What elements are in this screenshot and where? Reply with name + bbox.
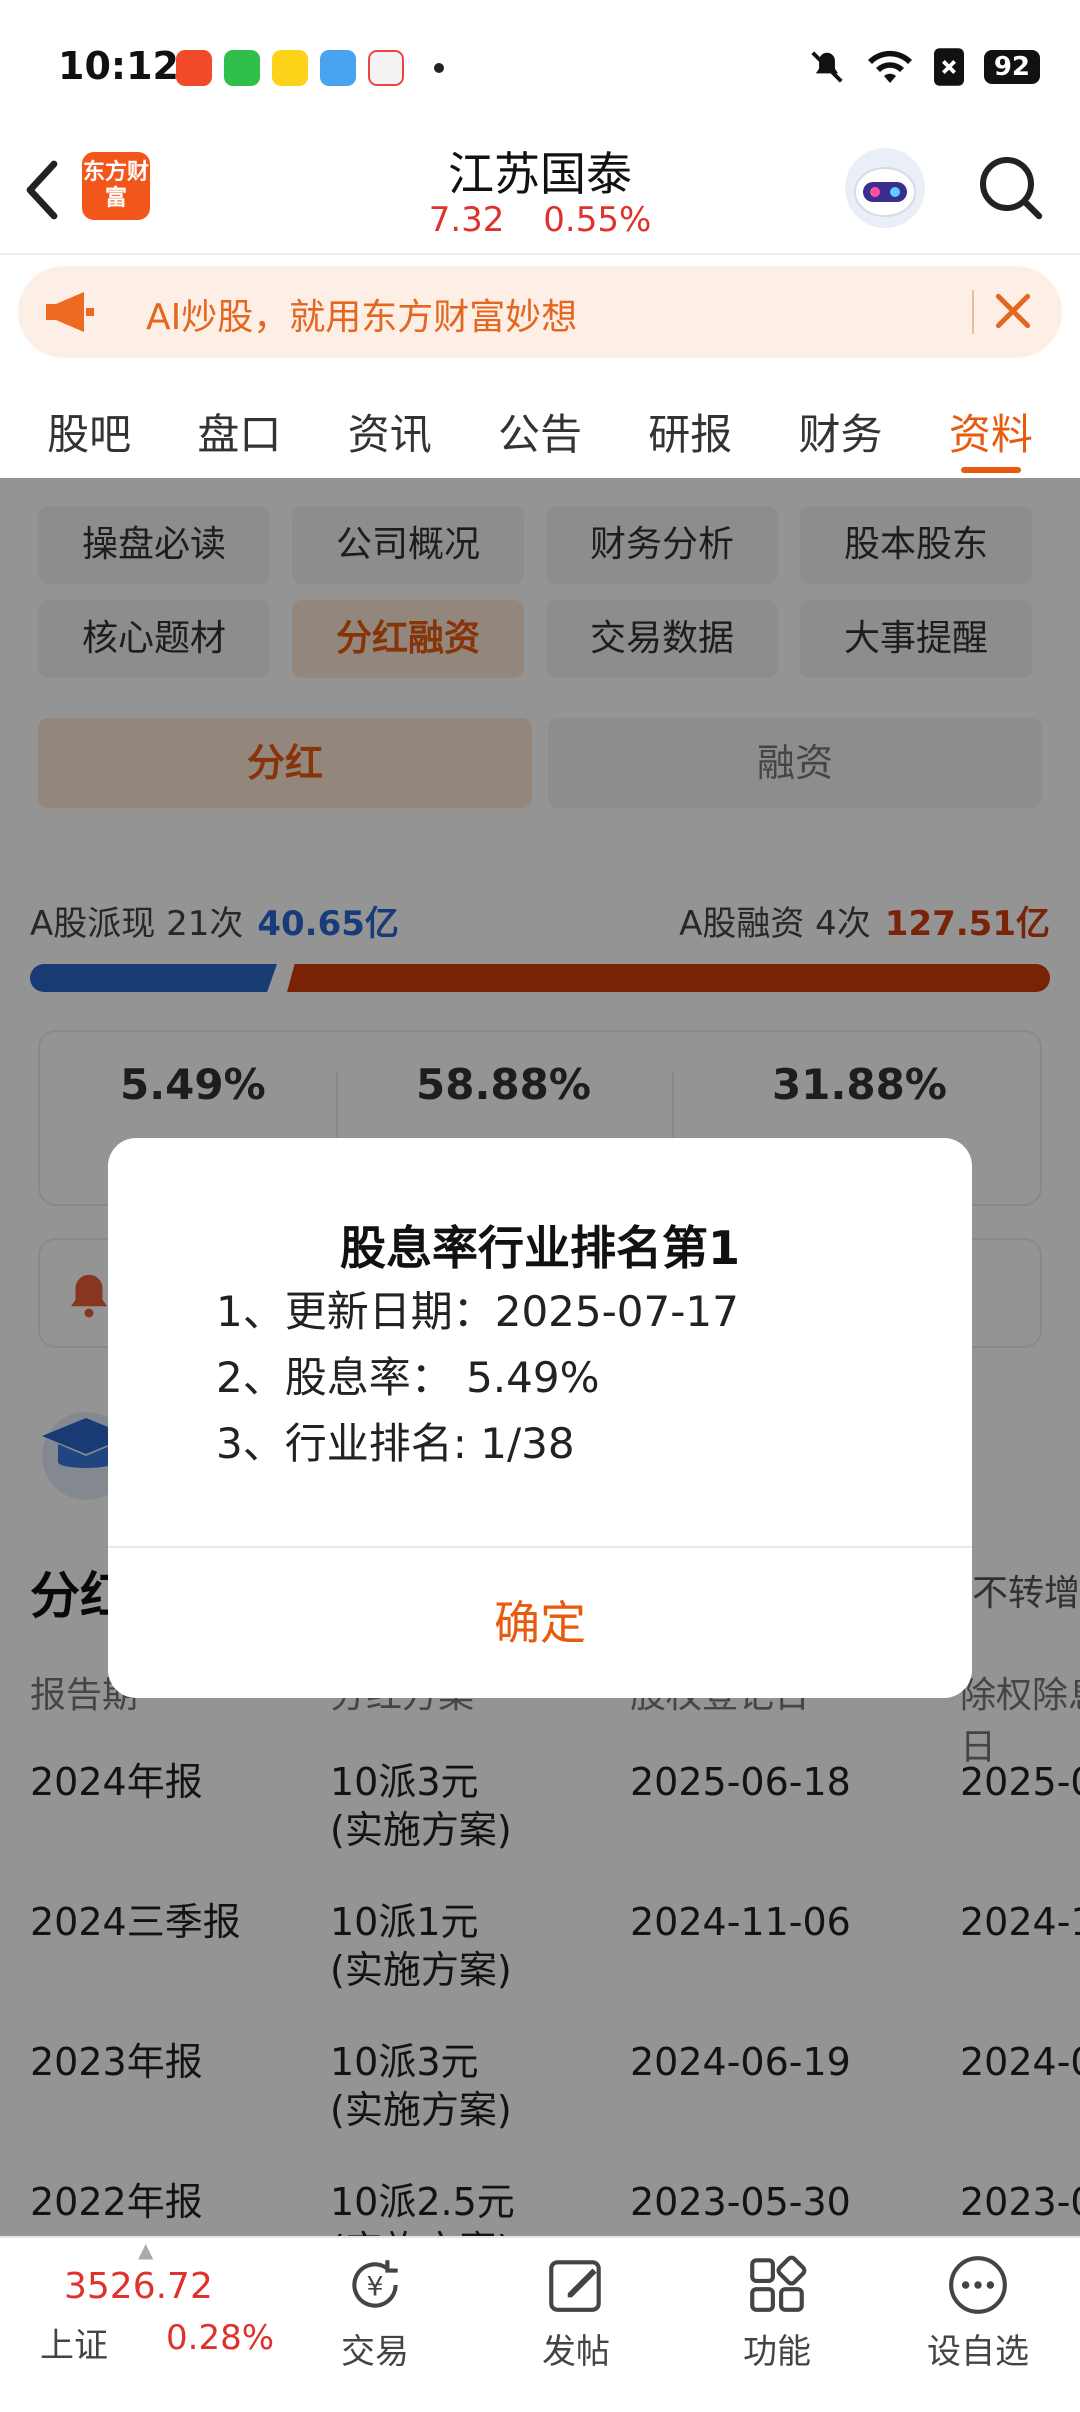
dialog-update-date: 1、更新日期：2025-07-17	[216, 1287, 739, 1336]
more-notifications-icon	[434, 63, 444, 73]
main-tabs: 股吧 盘口 资讯 公告 研报 财务 资料	[0, 375, 1080, 475]
ai-assistant-button[interactable]	[845, 148, 925, 228]
megaphone-icon	[46, 292, 94, 332]
index-value[interactable]: 3526.72	[64, 2266, 213, 2307]
search-icon	[980, 157, 1043, 220]
header-divider	[0, 253, 1080, 255]
post-icon	[549, 2260, 601, 2312]
dividend-yield-dialog: 股息率行业排名第1 1、更新日期：2025-07-17 2、股息率： 5.49%…	[108, 1138, 972, 1698]
mute-icon	[811, 51, 843, 83]
banner-text: AI炒股，就用东方财富妙想	[146, 297, 578, 338]
banner-close-button[interactable]	[988, 286, 1038, 340]
nav-post-label: 发帖	[542, 2332, 610, 2372]
map-app-icon	[368, 50, 404, 86]
close-icon	[995, 293, 1031, 329]
nav-post[interactable]: 发帖	[506, 2252, 646, 2373]
wechat-mini-icon	[224, 50, 260, 86]
more-icon	[949, 2256, 1007, 2314]
stock-price: 7.32	[428, 200, 505, 240]
nav-trade-label: 交易	[341, 2332, 409, 2372]
meituan-icon	[272, 50, 308, 86]
dialog-industry-rank: 3、行业排名: 1/38	[216, 1419, 575, 1468]
nav-add-watchlist[interactable]: 设自选	[908, 2252, 1048, 2373]
index-name: 上证	[40, 2326, 108, 2366]
nav-trade[interactable]: ¥ 交易	[305, 2252, 445, 2373]
tab-profile[interactable]: 资料	[949, 375, 1033, 475]
ai-promo-banner[interactable]: AI炒股，就用东方财富妙想	[18, 266, 1062, 358]
banner-divider	[972, 290, 974, 334]
status-bar: 10:12 92	[0, 0, 1080, 140]
wifi-icon	[867, 50, 912, 83]
status-time: 10:12	[58, 44, 179, 88]
bottom-nav: ▲ 3526.72 上证 0.28% ¥ 交易 发帖 功能 设自选	[0, 2236, 1080, 2412]
tab-news[interactable]: 资讯	[348, 375, 432, 475]
video-app-icon	[176, 50, 212, 86]
function-icon	[750, 2255, 807, 2312]
search-button[interactable]	[975, 152, 1047, 228]
notification-icons	[176, 50, 444, 86]
nav-functions[interactable]: 功能	[707, 2252, 847, 2373]
nav-functions-label: 功能	[743, 2332, 811, 2372]
battery-indicator: 92	[983, 50, 1040, 84]
dialog-title: 股息率行业排名第1	[339, 1221, 740, 1275]
stock-header: 东方财富 江苏国泰 7.32 0.55%	[0, 130, 1080, 255]
robot-icon	[854, 167, 916, 217]
feather-app-icon	[320, 50, 356, 86]
index-change-pct: 0.28%	[166, 2318, 275, 2358]
index-expand-icon[interactable]: ▲	[138, 2238, 153, 2262]
tab-finance[interactable]: 财务	[799, 375, 883, 475]
trade-icon: ¥	[352, 2260, 398, 2308]
dialog-dividend-yield: 2、股息率： 5.49%	[216, 1353, 600, 1402]
confirm-button[interactable]: 确定	[108, 1548, 972, 1698]
tab-guba[interactable]: 股吧	[47, 375, 131, 475]
tab-announcements[interactable]: 公告	[498, 375, 582, 475]
status-right: 92	[808, 48, 1040, 86]
svg-text:¥: ¥	[366, 2271, 383, 2302]
nav-add-watchlist-label: 设自选	[927, 2332, 1029, 2372]
stock-change-pct: 0.55%	[543, 200, 652, 240]
tab-pankou[interactable]: 盘口	[197, 375, 281, 475]
tab-research[interactable]: 研报	[648, 375, 732, 475]
sim-blocked-icon	[933, 48, 964, 86]
